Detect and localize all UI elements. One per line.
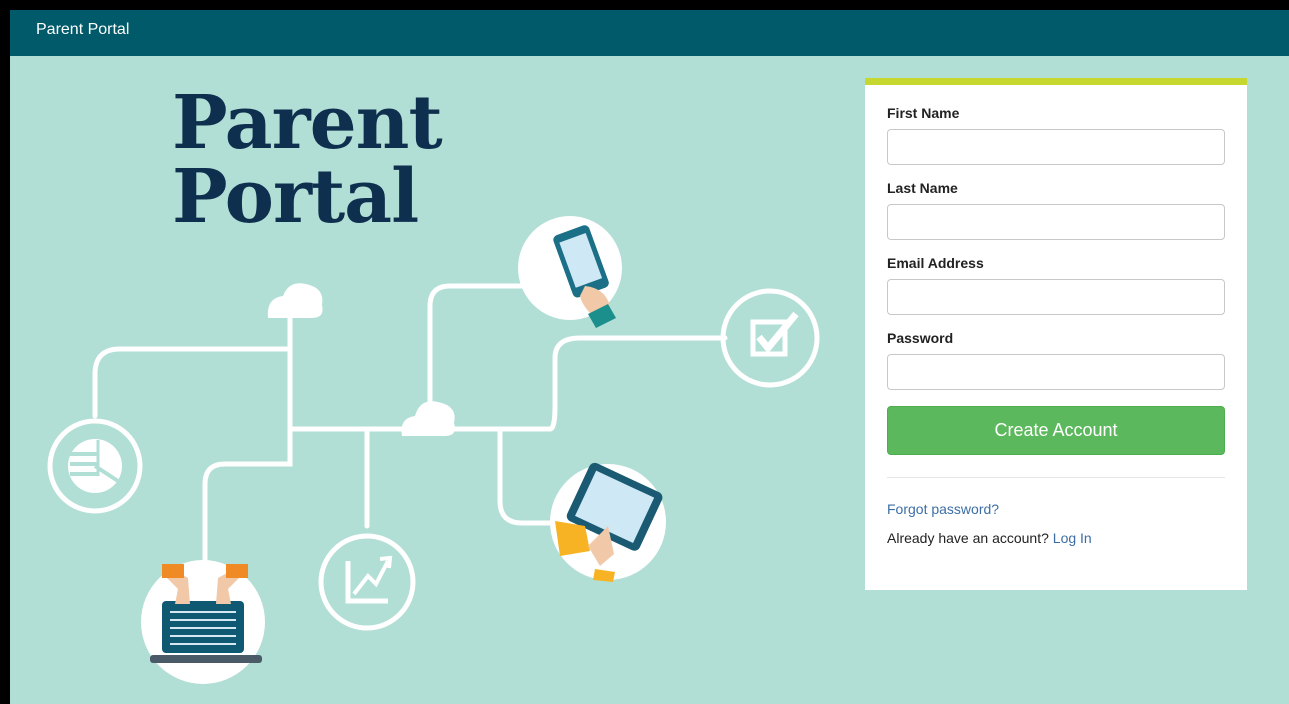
email-label: Email Address	[887, 255, 984, 271]
cloud-icon	[401, 401, 455, 436]
divider	[887, 477, 1225, 478]
hero-title-line2: Portal	[172, 154, 419, 240]
top-bar: Parent Portal	[10, 10, 1289, 56]
app-title: Parent Portal	[36, 21, 130, 38]
pie-chart-icon	[47, 418, 143, 514]
login-prompt: Already have an account? Log In	[887, 530, 1225, 546]
hero-title-line1: Parent	[172, 80, 443, 166]
password-label: Password	[887, 330, 954, 346]
tablet-hand-icon	[550, 462, 666, 582]
first-name-input[interactable]	[887, 129, 1225, 165]
email-input[interactable]	[887, 279, 1225, 315]
cloud-icon	[267, 283, 323, 318]
main-area: Parent Portal First Name Last Name Email…	[10, 56, 1289, 704]
password-input[interactable]	[887, 354, 1225, 390]
login-prompt-text: Already have an account?	[887, 530, 1053, 546]
laptop-hands-icon	[141, 560, 265, 684]
last-name-label: Last Name	[887, 180, 958, 196]
forgot-password-link[interactable]: Forgot password?	[887, 501, 1225, 517]
first-name-label: First Name	[887, 105, 960, 121]
login-link[interactable]: Log In	[1053, 530, 1092, 546]
hero-title: Parent Portal	[172, 80, 443, 240]
smartphone-hand-icon	[518, 216, 622, 328]
signup-form: First Name Last Name Email Address Passw…	[865, 78, 1247, 590]
growth-chart-icon	[318, 533, 416, 631]
last-name-input[interactable]	[887, 204, 1225, 240]
create-account-button[interactable]: Create Account	[887, 406, 1225, 455]
checkbox-icon	[720, 288, 820, 388]
